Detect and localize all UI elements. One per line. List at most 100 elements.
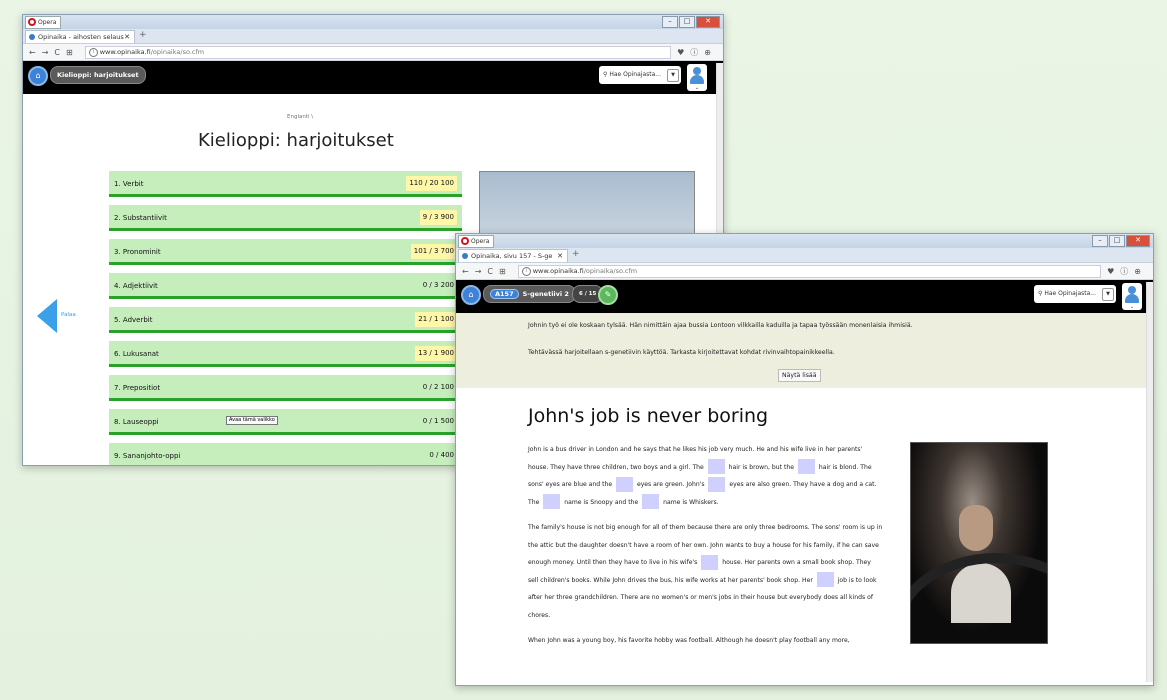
blank-input[interactable] [816, 572, 834, 587]
opera-menu-button[interactable]: Opera [458, 235, 495, 248]
user-body [1125, 294, 1139, 303]
blank-input[interactable] [797, 459, 815, 474]
user-body [690, 75, 704, 84]
list-item[interactable]: 2. Substantiivit 9 / 3 900 [109, 205, 462, 231]
avatar[interactable]: ⌄ [1122, 283, 1142, 310]
blank-input[interactable] [707, 459, 725, 474]
search-placeholder: Hae Opinajasta... [1044, 290, 1096, 297]
paragraph-2: The family's house is not big enough for… [528, 519, 883, 624]
url-field[interactable]: i www.opinaika.fi/opinaika/so.cfm [517, 264, 1102, 278]
exercise-code-badge: A157 [490, 289, 519, 299]
opera-menu-button[interactable]: Opera [25, 16, 62, 29]
minimize-icon[interactable]: – [1092, 235, 1108, 247]
list-item[interactable]: 7. Prepositiot 0 / 2 100 [109, 375, 462, 401]
download-icon[interactable]: ⊕ [1134, 267, 1147, 276]
address-bar: ←→C⊞ i www.opinaika.fi/opinaika/so.cfm ♥ⓘ… [23, 44, 723, 61]
exercise-list: 1. Verbit 110 / 20 100 2. Substantiivit 9 /… [109, 171, 462, 465]
blank-input[interactable] [701, 554, 719, 570]
score-badge: 0 / 3 200 [422, 281, 454, 289]
breadcrumb[interactable]: Englanti \ [287, 114, 313, 120]
back-label[interactable]: Palaa [61, 312, 76, 318]
info-icon[interactable]: ⓘ [690, 48, 704, 57]
blank-input[interactable] [642, 494, 660, 509]
blank-input[interactable] [543, 494, 561, 509]
favicon-icon [29, 34, 35, 40]
window-controls: – □ ✕ [1092, 235, 1150, 247]
paragraph-3: When John was a young boy, his favorite … [528, 632, 883, 650]
back-nav-icon[interactable]: ← [462, 267, 475, 276]
browser-tab[interactable]: Opinaika, sivu 157 - S-ge ✕ [458, 249, 568, 262]
scrollbar[interactable] [1146, 282, 1153, 682]
instructions-text: Tehtävässä harjoitellaan s-genetiivin kä… [528, 349, 835, 356]
chevron-down-icon[interactable]: ▼ [1102, 288, 1114, 301]
maximize-icon[interactable]: □ [679, 16, 695, 28]
list-item[interactable]: 9. Sananjohto-oppi 0 / 400 [109, 443, 462, 465]
list-item-label: 4. Adjektiivit [114, 282, 158, 290]
search-input[interactable]: ⚲ Hae Opinajasta... ▼ [1034, 285, 1116, 303]
browser-window-exercise: Opera – □ ✕ Opinaika, sivu 157 - S-ge ✕ + ←… [455, 233, 1154, 686]
toolbar-right: ♥ⓘ⊕ [1107, 266, 1147, 277]
heart-icon[interactable]: ♥ [677, 48, 690, 57]
heart-icon[interactable]: ♥ [1107, 267, 1120, 276]
reload-icon[interactable]: C [54, 48, 66, 57]
blank-input[interactable] [616, 476, 634, 492]
search-input[interactable]: ⚲ Hae Opinajasta... ▼ [599, 66, 681, 84]
minimize-icon[interactable]: – [662, 16, 678, 28]
avatar-chevron-icon: ⌄ [694, 85, 700, 91]
text-segment: When John was a young boy, his favorite … [528, 637, 850, 644]
chevron-down-icon[interactable]: ▼ [667, 69, 679, 82]
tooltip: Avaa tämä valikko [226, 416, 278, 425]
url-host: www.opinaika.fi [532, 266, 584, 275]
page-title: Kielioppi: harjoitukset [198, 130, 394, 151]
list-item[interactable]: 5. Adverbit 21 / 1 100 [109, 307, 462, 333]
close-tab-icon[interactable]: ✕ [124, 31, 130, 43]
reload-icon[interactable]: C [487, 267, 499, 276]
home-icon[interactable]: ⌂ [461, 285, 481, 305]
info-icon[interactable]: ⓘ [1120, 267, 1134, 276]
site-header: ⌂ Kielioppi: harjoitukset ⚲ Hae Opinajas… [23, 61, 723, 94]
avatar-chevron-icon: ⌄ [1129, 304, 1135, 310]
url-host: www.opinaika.fi [99, 47, 151, 56]
opera-label: Opera [471, 238, 490, 245]
speed-dial-icon[interactable]: ⊞ [499, 267, 512, 276]
avatar[interactable]: ⌄ [687, 64, 707, 91]
list-item[interactable]: 3. Pronominit 101 / 3 700 [109, 239, 462, 265]
download-icon[interactable]: ⊕ [704, 48, 717, 57]
text-segment: name is Snoopy and the [564, 498, 639, 506]
article-title: John's job is never boring [528, 405, 769, 427]
site-header: ⌂ A157 S-genetiivi 2 6 / 15 ✎ ⚲ Hae Opina… [456, 280, 1153, 313]
list-item-label: 5. Adverbit [114, 316, 153, 324]
new-tab-icon[interactable]: + [572, 249, 580, 259]
close-window-icon[interactable]: ✕ [696, 16, 720, 28]
tab-bar: Opinaika - aihosten selaus ✕ + [23, 29, 723, 44]
new-tab-icon[interactable]: + [139, 30, 147, 40]
blank-input[interactable] [708, 476, 726, 492]
speed-dial-icon[interactable]: ⊞ [66, 48, 79, 57]
score-badge: 0 / 1 500 [422, 417, 454, 425]
forward-nav-icon[interactable]: → [42, 48, 55, 57]
list-item[interactable]: 4. Adjektiivit 0 / 3 200 [109, 273, 462, 299]
wrench-icon[interactable]: ✎ [598, 285, 618, 305]
browser-tab[interactable]: Opinaika - aihosten selaus ✕ [25, 30, 135, 43]
section-pill[interactable]: Kielioppi: harjoitukset [50, 66, 146, 84]
maximize-icon[interactable]: □ [1109, 235, 1125, 247]
list-item[interactable]: 1. Verbit 110 / 20 100 [109, 171, 462, 197]
toolbar-right: ♥ⓘ⊕ [677, 47, 717, 58]
score-badge: 21 / 1 100 [415, 312, 457, 327]
photo-wheel [911, 553, 1047, 643]
close-window-icon[interactable]: ✕ [1126, 235, 1150, 247]
url-field[interactable]: i www.opinaika.fi/opinaika/so.cfm [84, 45, 672, 59]
show-more-button[interactable]: Näytä lisää [778, 369, 821, 382]
close-tab-icon[interactable]: ✕ [557, 250, 563, 262]
score-badge: 13 / 1 900 [415, 346, 457, 361]
list-item[interactable]: 8. Lauseoppi 0 / 1 500 [109, 409, 462, 435]
site-info-icon: i [521, 266, 531, 276]
exercise-title: S-genetiivi 2 [522, 290, 569, 298]
exercise-pill[interactable]: A157 S-genetiivi 2 [483, 285, 576, 303]
back-arrow-icon[interactable] [37, 299, 57, 333]
list-item-label: 2. Substantiivit [114, 214, 167, 222]
back-nav-icon[interactable]: ← [29, 48, 42, 57]
forward-nav-icon[interactable]: → [475, 267, 488, 276]
list-item[interactable]: 6. Lukusanat 13 / 1 900 [109, 341, 462, 367]
home-icon[interactable]: ⌂ [28, 66, 48, 86]
